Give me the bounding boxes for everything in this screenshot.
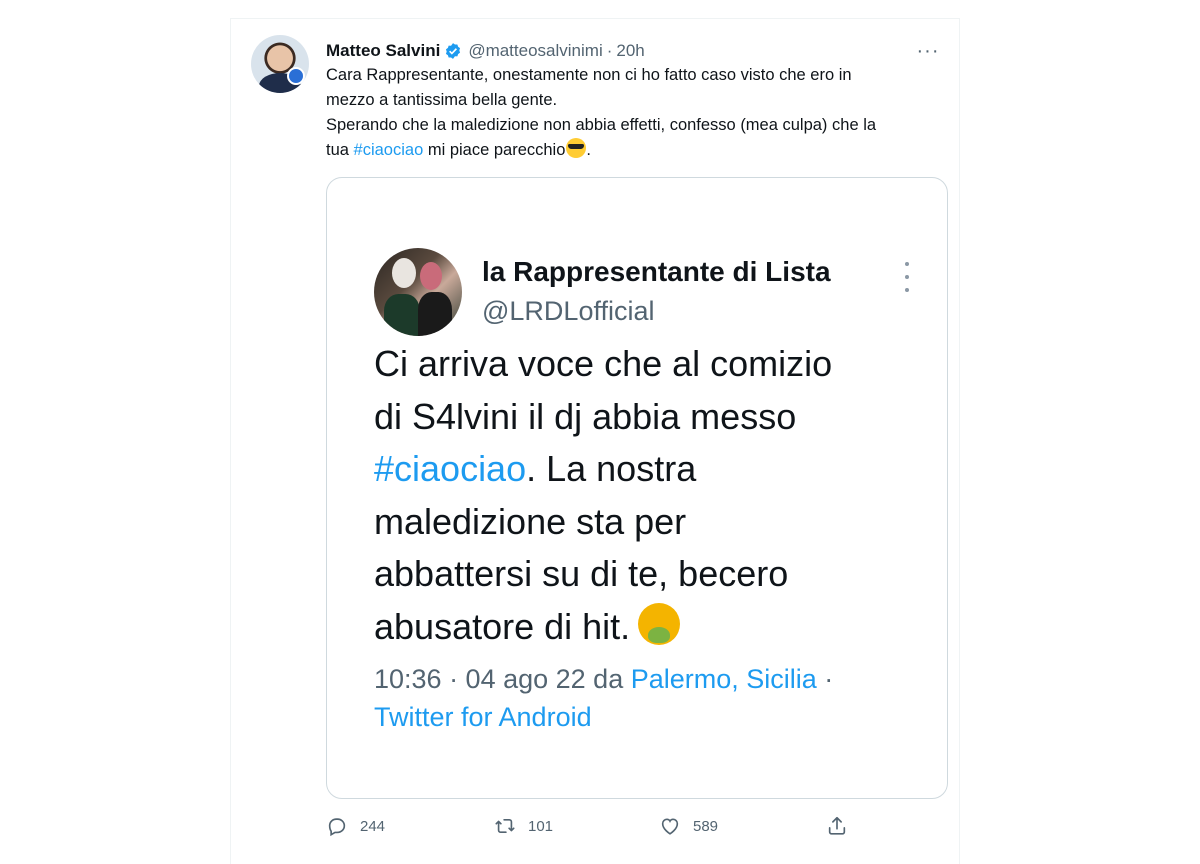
reply-icon <box>328 818 346 837</box>
quoted-text-fragment: abusatore di hit. <box>374 605 631 647</box>
quoted-tweet-image[interactable]: la Rappresentante di Lista @LRDLofficial… <box>326 177 948 799</box>
quoted-meta-location: Palermo, Sicilia <box>630 664 817 694</box>
more-options-icon[interactable]: ··· <box>913 39 943 63</box>
tweet-card[interactable]: Matteo Salvini @matteosalvinimi · 20h ··… <box>230 18 960 864</box>
tweet-text-fragment: tua <box>326 141 354 159</box>
tweet-actions: 244 101 589 <box>326 815 856 839</box>
tweet-text-line: Sperando che la maledizione non abbia ef… <box>326 116 877 134</box>
quoted-meta-source: Twitter for Android <box>374 702 592 732</box>
quoted-text-line: Ci arriva voce che al comizio <box>374 343 833 384</box>
quoted-meta-time: 10:36 · 04 ago 22 da <box>374 664 631 694</box>
share-icon <box>828 816 846 835</box>
reply-count: 244 <box>360 817 386 835</box>
heart-icon <box>661 818 679 835</box>
quoted-author-handle: @LRDLofficial <box>482 296 655 326</box>
tweet-text-fragment: mi piace parecchio <box>423 141 566 159</box>
author-avatar[interactable] <box>251 35 309 93</box>
quoted-tweet-meta: 10:36 · 04 ago 22 da Palermo, Sicilia · … <box>374 660 914 736</box>
retweet-icon <box>495 818 515 834</box>
retweet-button[interactable]: 101 <box>494 815 553 837</box>
quoted-text-line: di S4lvini il dj abbia messo <box>374 395 797 437</box>
tweet-text-fragment: . <box>586 141 591 159</box>
reply-button[interactable]: 244 <box>326 815 385 837</box>
verified-badge-icon <box>446 43 461 59</box>
quoted-hashtag: #ciaociao <box>374 448 527 489</box>
quoted-text-line: maledizione sta per <box>374 500 687 542</box>
quoted-text-fragment: . La nostra <box>526 448 697 489</box>
author-handle[interactable]: @matteosalvinimi <box>468 41 602 61</box>
quoted-tweet-text: Ci arriva voce che al comizio di S4lvini… <box>374 338 914 653</box>
tweet-text-line: mezzo a tantissima bella gente. <box>326 91 558 109</box>
quoted-text-line: #ciaociao. La nostra <box>374 443 914 496</box>
quoted-more-icon <box>897 262 917 292</box>
tweet-text-line: Cara Rappresentante, onestamente non ci … <box>326 66 852 84</box>
separator-dot: · <box>606 41 613 60</box>
hashtag-link[interactable]: #ciaociao <box>354 141 424 159</box>
like-button[interactable]: 589 <box>659 815 718 837</box>
tweet-text-line: tua #ciaociao mi piace parecchio. <box>326 138 951 163</box>
tweet-text: Cara Rappresentante, onestamente non ci … <box>326 63 951 163</box>
sunglasses-emoji-icon <box>566 138 587 158</box>
quoted-author-name: la Rappresentante di Lista <box>482 256 831 287</box>
quoted-text-line: abbattersi su di te, becero <box>374 553 789 594</box>
tweet-header: Matteo Salvini @matteosalvinimi · 20h ··… <box>326 39 943 63</box>
like-count: 589 <box>693 817 719 835</box>
share-button[interactable] <box>826 815 860 837</box>
tweet-timestamp[interactable]: 20h <box>616 41 644 61</box>
quoted-meta-sep: · <box>816 664 834 694</box>
retweet-count: 101 <box>528 817 554 835</box>
author-name[interactable]: Matteo Salvini <box>326 41 440 61</box>
nauseated-face-emoji-icon <box>638 602 681 645</box>
quoted-text-line: abusatore di hit. <box>374 601 914 654</box>
quoted-author-avatar <box>374 248 462 336</box>
